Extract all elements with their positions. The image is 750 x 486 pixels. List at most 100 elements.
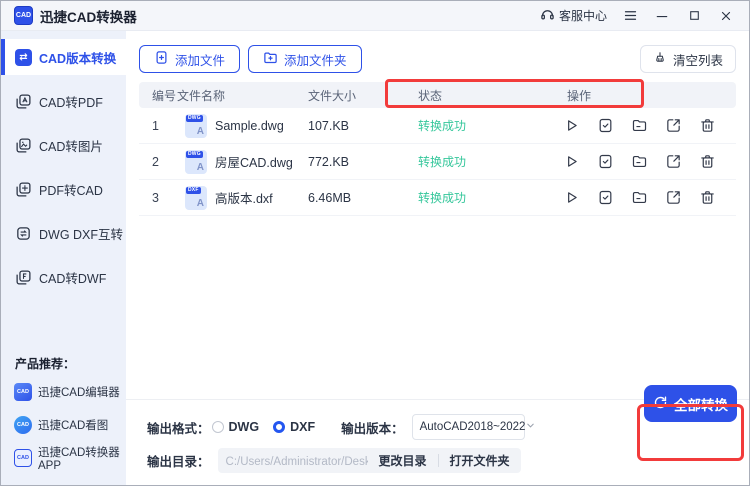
- file-name: 房屋CAD.dwg: [215, 152, 293, 171]
- sidebar-item-cad-version-convert[interactable]: ⇄ CAD版本转换: [1, 39, 126, 75]
- sidebar-item-label: CAD转PDF: [39, 92, 103, 111]
- add-folder-icon: [263, 50, 278, 68]
- header-size: 文件大小: [308, 87, 418, 104]
- add-folder-label: 添加文件夹: [284, 50, 347, 69]
- app-title: 迅捷CAD转换器: [40, 6, 137, 26]
- folder-icon[interactable]: [631, 153, 648, 170]
- close-button[interactable]: [713, 5, 739, 27]
- status-badge: 转换成功: [418, 189, 560, 206]
- export-icon[interactable]: [665, 189, 682, 206]
- add-file-button[interactable]: 添加文件: [139, 45, 240, 73]
- file-size: 772.KB: [308, 155, 418, 169]
- convert-all-button[interactable]: 全部转换: [644, 385, 737, 422]
- status-badge: 转换成功: [418, 153, 560, 170]
- radio-circle-dxf[interactable]: [273, 421, 285, 433]
- output-dir-group: C:/Users/Administrator/Desktop/迅捷... 更改目…: [218, 448, 521, 473]
- open-folder-button[interactable]: 打开文件夹: [439, 452, 521, 469]
- file-table: 编号 文件名称 文件大小 状态 操作 1 DWG A Sample.dwg: [139, 82, 736, 216]
- refresh-icon: [653, 395, 668, 413]
- sidebar-item-label: PDF转CAD: [39, 180, 103, 199]
- output-dir-path[interactable]: C:/Users/Administrator/Desktop/迅捷...: [218, 453, 368, 469]
- minimize-icon: [655, 9, 669, 23]
- clear-list-button[interactable]: 清空列表: [640, 45, 736, 73]
- header-action: 操作: [560, 87, 736, 104]
- dxf-file-icon: DXF A: [185, 186, 207, 210]
- export-icon[interactable]: [665, 117, 682, 134]
- cad-editor-app-icon: CAD: [14, 383, 32, 401]
- table-row: 2 DWG A 房屋CAD.dwg 772.KB 转换成功: [139, 144, 736, 180]
- titlebar: CAD 迅捷CAD转换器 客服中心: [1, 1, 749, 31]
- promo-label: 迅捷CAD转换器APP: [38, 444, 126, 472]
- sidebar-item-cad-to-dwf[interactable]: CAD转DWF: [1, 259, 126, 295]
- change-dir-button[interactable]: 更改目录: [368, 452, 438, 469]
- header-no: 编号: [139, 87, 177, 104]
- output-version-value: AutoCAD2018~2022: [420, 421, 526, 433]
- swap-arrows-icon: ⇄: [15, 49, 32, 66]
- promo-cad-viewer[interactable]: CAD 迅捷CAD看图: [1, 412, 126, 438]
- sidebar-item-cad-to-image[interactable]: CAD转图片: [1, 127, 126, 163]
- sidebar-item-dwg-dxf-swap[interactable]: DWG DXF互转: [1, 215, 126, 251]
- sidebar: ⇄ CAD版本转换 CAD转PDF CAD转图片 PDF转CAD DWG DXF…: [1, 31, 126, 485]
- row-number: 3: [139, 191, 177, 205]
- status-badge: 转换成功: [418, 117, 560, 134]
- trash-icon[interactable]: [699, 117, 716, 134]
- sidebar-item-label: CAD转DWF: [39, 268, 106, 287]
- dwg-dxf-swap-icon: [15, 225, 32, 242]
- cad-to-image-icon: [15, 137, 32, 154]
- clear-list-label: 清空列表: [673, 50, 723, 69]
- menu-button[interactable]: [617, 5, 643, 27]
- row-number: 2: [139, 155, 177, 169]
- customer-service-label: 客服中心: [559, 7, 607, 24]
- menu-icon: [623, 8, 638, 23]
- play-icon[interactable]: [563, 117, 580, 134]
- folder-icon[interactable]: [631, 117, 648, 134]
- output-version-label: 输出版本：: [341, 418, 404, 437]
- promo-cad-converter-app[interactable]: CAD 迅捷CAD转换器APP: [1, 445, 126, 471]
- customer-service-button[interactable]: 客服中心: [536, 5, 611, 27]
- trash-icon[interactable]: [699, 189, 716, 206]
- sidebar-item-label: CAD版本转换: [39, 48, 116, 67]
- file-name: 高版本.dxf: [215, 188, 273, 207]
- file-check-icon[interactable]: [597, 117, 614, 134]
- add-file-label: 添加文件: [175, 50, 225, 69]
- file-check-icon[interactable]: [597, 153, 614, 170]
- convert-all-label: 全部转换: [674, 394, 728, 414]
- maximize-icon: [688, 9, 701, 22]
- close-icon: [719, 9, 733, 23]
- pdf-to-cad-icon: [15, 181, 32, 198]
- play-icon[interactable]: [563, 189, 580, 206]
- sidebar-item-pdf-to-cad[interactable]: PDF转CAD: [1, 171, 126, 207]
- maximize-button[interactable]: [681, 5, 707, 27]
- folder-icon[interactable]: [631, 189, 648, 206]
- cad-to-dwf-icon: [15, 269, 32, 286]
- sidebar-item-cad-to-pdf[interactable]: CAD转PDF: [1, 83, 126, 119]
- radio-dxf[interactable]: DXF: [273, 420, 315, 434]
- promo-label: 迅捷CAD编辑器: [38, 384, 120, 400]
- main-panel: 添加文件 添加文件夹 清空列表 编号 文件名称 文件大小 状态 操作: [126, 31, 749, 485]
- add-file-icon: [154, 50, 169, 68]
- radio-circle-dwg[interactable]: [212, 421, 224, 433]
- promo-section-title: 产品推荐：: [1, 355, 126, 372]
- table-row: 3 DXF A 高版本.dxf 6.46MB 转换成功: [139, 180, 736, 216]
- minimize-button[interactable]: [649, 5, 675, 27]
- sidebar-item-label: CAD转图片: [39, 136, 103, 155]
- output-version-select[interactable]: AutoCAD2018~2022: [412, 414, 525, 440]
- table-row: 1 DWG A Sample.dwg 107.KB 转换成功: [139, 108, 736, 144]
- dwg-file-icon: DWG A: [185, 114, 207, 138]
- add-folder-button[interactable]: 添加文件夹: [248, 45, 362, 73]
- trash-icon[interactable]: [699, 153, 716, 170]
- chevron-down-icon: [525, 418, 536, 436]
- export-icon[interactable]: [665, 153, 682, 170]
- cad-viewer-app-icon: CAD: [14, 416, 32, 434]
- promo-cad-editor[interactable]: CAD 迅捷CAD编辑器: [1, 379, 126, 405]
- output-settings-bar: 输出格式： DWG DXF 输出版本： AutoCAD2018~2022: [126, 399, 749, 485]
- toolbar: 添加文件 添加文件夹 清空列表: [126, 31, 749, 73]
- play-icon[interactable]: [563, 153, 580, 170]
- header-status: 状态: [418, 87, 560, 104]
- row-number: 1: [139, 119, 177, 133]
- radio-dwg[interactable]: DWG: [212, 420, 260, 434]
- output-format-label: 输出格式：: [147, 418, 210, 437]
- file-size: 6.46MB: [308, 191, 418, 205]
- file-check-icon[interactable]: [597, 189, 614, 206]
- radio-dwg-label: DWG: [229, 420, 260, 434]
